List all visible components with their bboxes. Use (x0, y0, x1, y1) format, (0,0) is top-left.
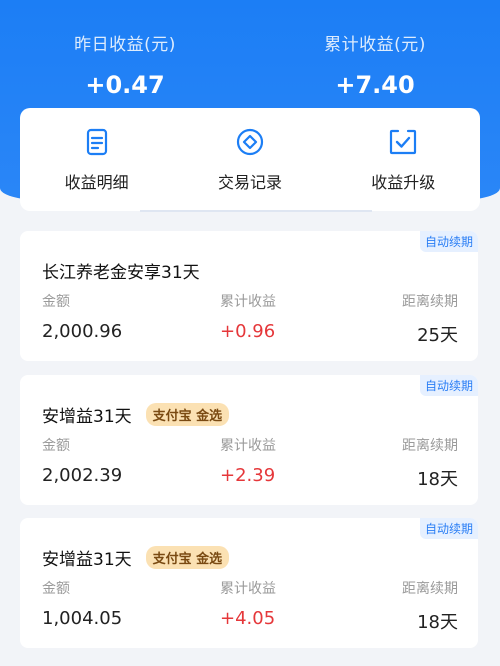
total-income: 累计收益(元) +7.40 (250, 30, 500, 99)
product-card[interactable]: 自动续期 安增益31天 支付宝 金选 金额 1,004.05 累计收益 +4.0… (20, 518, 478, 648)
product-title-row: 长江养老金安享31天 (42, 258, 200, 283)
yesterday-income-label: 昨日收益(元) (74, 35, 176, 55)
check-box-icon (390, 129, 417, 154)
quick-menu: 收益明细 交易记录 收益升级 (20, 108, 480, 211)
amount-value: 1,004.05 (42, 608, 123, 629)
renew-days: 25天 (417, 325, 458, 346)
renew-label: 距离续期 (402, 581, 458, 597)
renew-days: 18天 (417, 612, 458, 633)
auto-renew-badge: 自动续期 (419, 375, 478, 396)
auto-renew-badge: 自动续期 (419, 518, 478, 539)
menu-label: 收益升级 (371, 172, 436, 192)
menu-income-upgrade[interactable]: 收益升级 (333, 127, 473, 193)
menu-income-details[interactable]: 收益明细 (27, 127, 167, 193)
total-income-value: +7.40 (335, 71, 415, 99)
amount-column: 金额 2,000.96 (42, 291, 122, 342)
amount-value: 2,002.39 (42, 465, 123, 486)
product-name: 安增益31天 (42, 407, 132, 427)
amount-column: 金额 2,002.39 (42, 435, 122, 486)
amount-label: 金额 (42, 581, 70, 597)
product-name: 长江养老金安享31天 (42, 263, 200, 283)
product-title-row: 安增益31天 支付宝 金选 (42, 545, 230, 570)
menu-label: 交易记录 (217, 172, 282, 192)
renew-label: 距离续期 (402, 438, 458, 454)
renew-column: 距离续期 18天 (402, 435, 458, 491)
renew-column: 距离续期 25天 (402, 291, 458, 347)
yesterday-income: 昨日收益(元) +0.47 (0, 30, 250, 99)
product-name: 安增益31天 (42, 550, 132, 570)
renew-label: 距离续期 (402, 294, 458, 310)
amount-label: 金额 (42, 438, 70, 454)
product-card[interactable]: 自动续期 安增益31天 支付宝 金选 金额 2,002.39 累计收益 +2.3… (20, 375, 478, 505)
document-icon (86, 128, 107, 155)
income-value: +4.05 (220, 608, 276, 629)
alipay-select-tag: 支付宝 金选 (145, 403, 230, 426)
menu-transaction-records[interactable]: 交易记录 (180, 127, 320, 193)
income-label: 累计收益 (220, 581, 276, 597)
product-card[interactable]: 自动续期 长江养老金安享31天 金额 2,000.96 累计收益 +0.96 距… (20, 231, 478, 361)
income-value: +0.96 (220, 321, 276, 342)
amount-value: 2,000.96 (42, 321, 123, 342)
renew-days: 18天 (417, 469, 458, 490)
diamond-coin-icon (236, 128, 264, 155)
income-value: +2.39 (220, 465, 276, 486)
income-column: 累计收益 +2.39 (220, 435, 276, 486)
alipay-select-tag: 支付宝 金选 (145, 546, 230, 569)
amount-label: 金额 (42, 294, 70, 310)
menu-divider (140, 210, 372, 212)
income-column: 累计收益 +4.05 (220, 578, 276, 629)
product-title-row: 安增益31天 支付宝 金选 (42, 402, 230, 427)
income-column: 累计收益 +0.96 (220, 291, 276, 342)
menu-label: 收益明细 (64, 172, 129, 192)
income-label: 累计收益 (220, 294, 276, 310)
income-label: 累计收益 (220, 438, 276, 454)
auto-renew-badge: 自动续期 (419, 231, 478, 252)
total-income-label: 累计收益(元) (324, 35, 426, 55)
renew-column: 距离续期 18天 (402, 578, 458, 634)
yesterday-income-value: +0.47 (85, 71, 165, 99)
amount-column: 金额 1,004.05 (42, 578, 122, 629)
